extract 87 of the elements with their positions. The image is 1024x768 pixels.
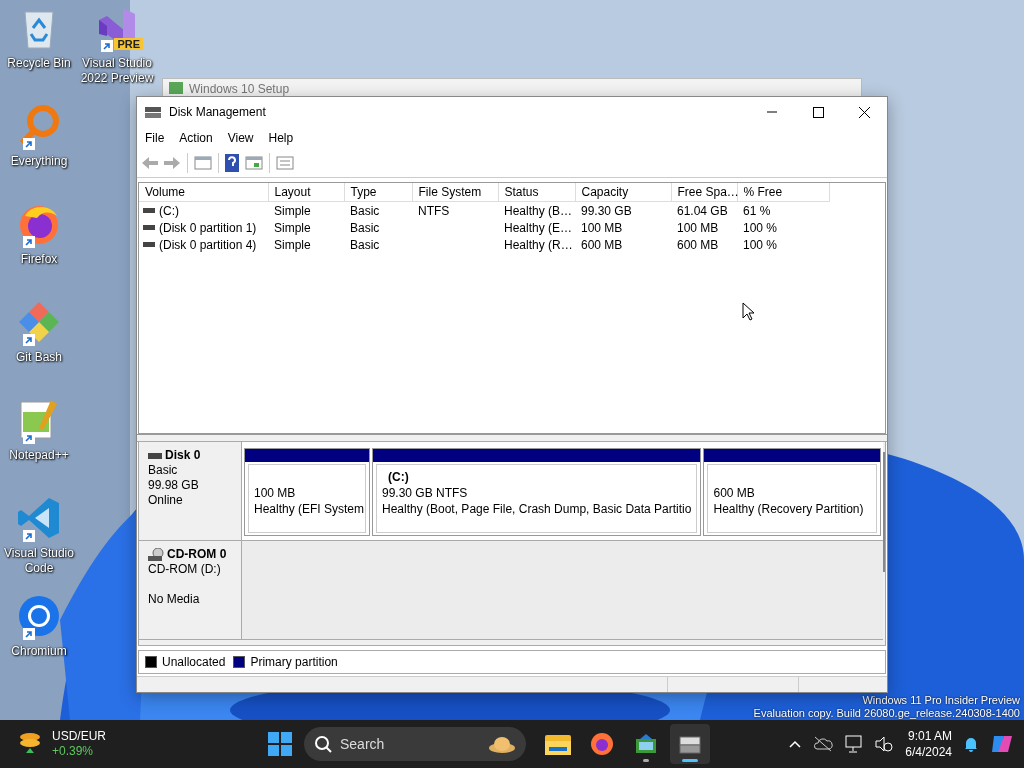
disk-name: CD-ROM 0 (167, 547, 227, 562)
taskbar-button[interactable] (670, 724, 710, 764)
optical-drive-icon (148, 547, 164, 562)
table-cell-text: Simple (273, 236, 312, 253)
clock-date[interactable]: 6/4/2024 (905, 744, 952, 760)
table-cell-text: Basic (349, 219, 381, 236)
column-header[interactable]: Volume (139, 183, 268, 202)
app-icon (145, 105, 161, 119)
edition-text: Evaluation copy. Build 26080.ge_release.240308-1400 (753, 707, 1020, 720)
table-cell-text: Simple (273, 219, 312, 236)
diamond-tiles-icon (17, 300, 61, 344)
column-header[interactable]: Layout (268, 183, 344, 202)
drive-icon (678, 733, 702, 755)
partition-text: 100 MB (254, 485, 297, 501)
disk-detail: Basic (148, 463, 179, 478)
drive-icon (143, 208, 155, 213)
partition-text: Healthy (Recovery Partition) (713, 501, 865, 517)
folder-icon (545, 733, 571, 755)
table-cell: 61.04 GB (671, 201, 737, 219)
table-cell: Basic (344, 201, 412, 219)
table-cell-text: 100 MB (580, 219, 624, 236)
table-cell: (Disk 0 partition 1) (159, 220, 257, 235)
table-cell: Simple (268, 201, 344, 219)
table-cell-text: 100 % (742, 219, 779, 236)
partition-label: (C:) (388, 469, 410, 485)
partition-text: 99.30 GB NTFS (382, 485, 469, 501)
disk-name: Disk 0 (165, 448, 201, 463)
table-cell-text: 100 % (742, 236, 779, 253)
table-cell-text: 600 MB (676, 236, 720, 253)
partition-text: 600 MB (713, 485, 756, 501)
window-title: Disk Management (169, 105, 267, 119)
disk-detail: CD-ROM (D:) (148, 562, 222, 577)
hat-icon (488, 734, 516, 754)
bell-icon[interactable] (964, 736, 978, 752)
drive-icon (143, 225, 155, 230)
start-icon[interactable] (268, 732, 292, 756)
chevron-up-icon[interactable] (789, 740, 802, 748)
drive-icon (143, 242, 155, 247)
legend-label: Primary partition (250, 655, 338, 669)
clock-time[interactable]: 9:01 AM (907, 728, 952, 744)
close-icon (858, 106, 870, 118)
table-cell: NTFS (412, 201, 498, 219)
menu-item[interactable]: Help (262, 131, 300, 145)
cloud-off-icon[interactable] (813, 736, 834, 752)
speaker-muted-icon[interactable] (875, 736, 894, 752)
fox-globe-icon (590, 732, 614, 756)
maximize-icon (812, 106, 824, 118)
widget-title[interactable]: USD/EUR (52, 729, 106, 744)
widget-change[interactable]: +0.39% (52, 744, 106, 759)
window-title: Windows 10 Setup (189, 82, 290, 96)
network-icon[interactable] (845, 735, 864, 753)
search-box[interactable]: Search (304, 727, 526, 761)
column-header[interactable]: Type (344, 183, 412, 202)
disk-detail: Online (148, 493, 184, 508)
table-cell-text: 100 MB (676, 219, 720, 236)
menu-item[interactable]: File (139, 131, 171, 145)
table-cell: 61 % (737, 201, 829, 219)
column-header[interactable]: Status (498, 183, 575, 202)
code-editor-icon (17, 496, 61, 540)
partition-block[interactable]: 100 MB Healthy (EFI System (244, 448, 370, 536)
table-cell-text: Basic (349, 236, 381, 253)
column-header[interactable]: % Free (737, 183, 829, 202)
column-header[interactable]: File System (412, 183, 498, 202)
column-header[interactable]: Capacity (575, 183, 671, 202)
chromium-icon (17, 594, 61, 638)
menu-item[interactable]: View (221, 131, 260, 145)
table-cell: 99.30 GB (575, 201, 671, 219)
partition-block[interactable]: (C:) 99.30 GB NTFS Healthy (Boot, Page File, Crash Dump, Basic Data Partitio (372, 448, 702, 536)
search-icon (314, 735, 332, 753)
column-header[interactable]: Free Spa… (671, 183, 737, 202)
partition-text: Healthy (Boot, Page File, Crash Dump, Basic Data Partitio (382, 501, 692, 517)
legend-label: Unallocated (162, 655, 226, 669)
table-cell: (C:) (159, 203, 179, 218)
edition-text: Windows 11 Pro Insider Preview (862, 694, 1020, 707)
drive-icon (148, 452, 162, 459)
menu-item[interactable]: Action (173, 131, 219, 145)
disk-detail: No Media (148, 592, 201, 607)
table-cell-text: 600 MB (580, 236, 624, 253)
disk-detail: 99.98 GB (148, 478, 200, 493)
table-cell-text: Healthy (R… (503, 236, 574, 253)
help-icon[interactable] (225, 154, 241, 172)
table-cell: Healthy (B… (498, 201, 575, 219)
table-cell: (Disk 0 partition 4) (159, 237, 257, 252)
table-cell-text: Healthy (E… (503, 219, 574, 236)
mouse-pointer-icon (742, 302, 754, 321)
preview-badge: PRE (114, 38, 143, 50)
partition-block[interactable]: 600 MB Healthy (Recovery Partition) (703, 448, 882, 536)
